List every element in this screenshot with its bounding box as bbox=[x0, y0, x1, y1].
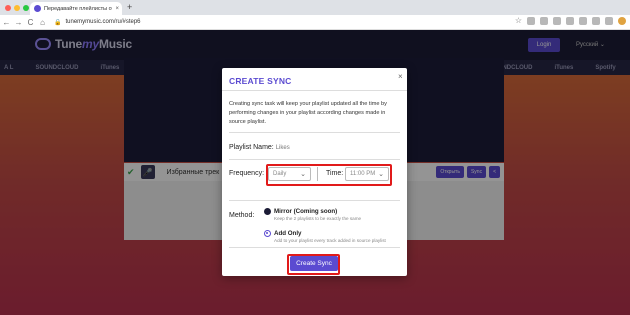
tab-close-icon[interactable]: × bbox=[115, 6, 119, 12]
browser-tab[interactable]: Передавайте плейлисты от о × bbox=[30, 2, 122, 15]
divider bbox=[222, 90, 407, 91]
divider bbox=[229, 200, 400, 201]
tunemymusic-favicon-icon bbox=[34, 5, 41, 12]
back-icon[interactable]: ← bbox=[1, 18, 12, 27]
bookmark-star-icon[interactable]: ☆ bbox=[515, 17, 522, 25]
url-field[interactable]: tunemymusic.com/ru/#step6 bbox=[65, 19, 140, 25]
window-maximize-icon[interactable] bbox=[23, 5, 29, 11]
divider bbox=[229, 247, 400, 248]
extension-icon[interactable] bbox=[540, 17, 548, 25]
home-icon[interactable]: ⌂ bbox=[37, 18, 48, 27]
divider bbox=[229, 132, 400, 133]
lock-icon[interactable]: 🔒 bbox=[54, 19, 61, 26]
extension-icon[interactable] bbox=[605, 17, 613, 25]
browser-tab-bar: Передавайте плейлисты от о × + bbox=[0, 0, 630, 15]
mirror-option-title: Mirror (Coming soon) bbox=[274, 208, 338, 215]
extension-toolbar: ☆ bbox=[515, 17, 626, 25]
create-button-highlight bbox=[287, 254, 340, 275]
add-only-option-desc: Add to your playlist every track added i… bbox=[274, 238, 386, 243]
new-tab-button[interactable]: + bbox=[127, 2, 132, 12]
playlist-name-label: Playlist Name: bbox=[229, 144, 274, 151]
close-icon[interactable]: × bbox=[398, 72, 403, 81]
forward-icon[interactable]: → bbox=[13, 18, 24, 27]
extension-icon[interactable] bbox=[579, 17, 587, 25]
extension-icon[interactable] bbox=[553, 17, 561, 25]
dialog-description: Creating sync task will keep your playli… bbox=[229, 101, 387, 125]
frequency-label: Frequency: bbox=[229, 170, 265, 177]
frequency-time-highlight bbox=[266, 164, 392, 186]
puzzle-icon[interactable] bbox=[592, 17, 600, 25]
reload-icon[interactable]: C bbox=[25, 18, 36, 27]
extension-icon[interactable] bbox=[527, 17, 535, 25]
address-bar: ← → C ⌂ 🔒 tunemymusic.com/ru/#step6 ☆ bbox=[0, 15, 630, 30]
playlist-name-value: Likes bbox=[275, 145, 290, 151]
extension-icon[interactable] bbox=[566, 17, 574, 25]
profile-avatar[interactable] bbox=[618, 17, 626, 25]
window-minimize-icon[interactable] bbox=[14, 5, 20, 11]
mirror-option-desc: Keep the 2 playlists to be exactly the s… bbox=[274, 216, 362, 221]
tab-title: Передавайте плейлисты от о bbox=[44, 5, 113, 12]
window-close-icon[interactable] bbox=[5, 5, 11, 11]
dialog-title: CREATE SYNC bbox=[229, 76, 292, 86]
add-only-option-title: Add Only bbox=[274, 230, 302, 237]
mirror-radio[interactable] bbox=[264, 208, 271, 215]
divider bbox=[229, 159, 400, 160]
playlist-name-row: Playlist Name: Likes bbox=[229, 144, 290, 151]
add-only-radio[interactable] bbox=[264, 230, 271, 237]
method-label: Method: bbox=[229, 212, 255, 219]
